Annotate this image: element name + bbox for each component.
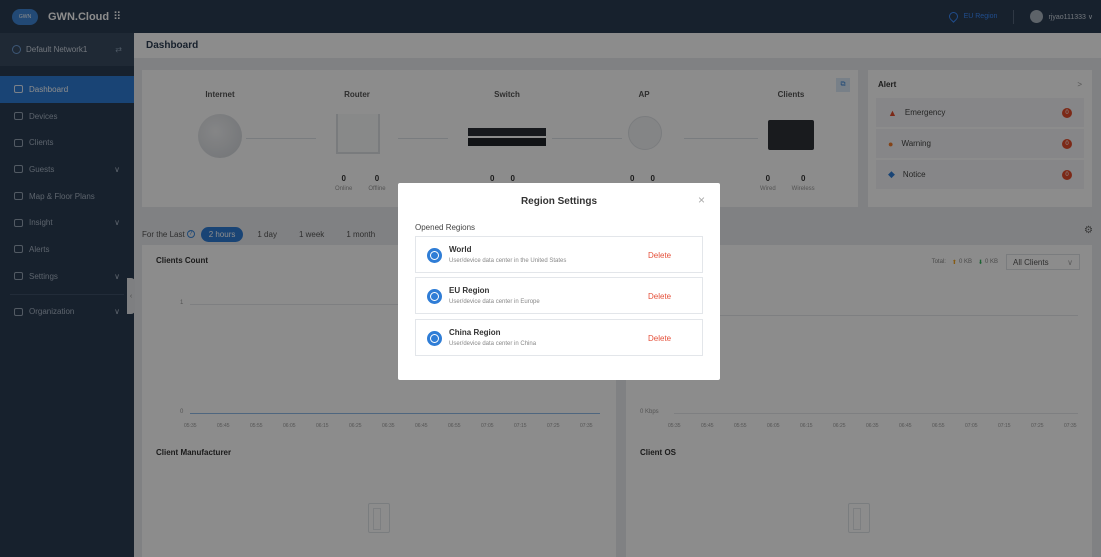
region-description: User/device data center in Europe: [449, 299, 540, 305]
globe-icon: [427, 331, 442, 346]
region-name: EU Region: [449, 286, 490, 295]
region-card-china: China Region User/device data center in …: [415, 319, 703, 356]
region-name: World: [449, 245, 472, 254]
close-icon[interactable]: ×: [698, 193, 705, 207]
modal-title: Region Settings: [520, 196, 598, 207]
region-description: User/device data center in the United St…: [449, 258, 567, 264]
delete-region-button[interactable]: Delete: [648, 292, 671, 301]
delete-region-button[interactable]: Delete: [648, 251, 671, 260]
region-card-eu: EU Region User/device data center in Eur…: [415, 277, 703, 314]
globe-icon: [427, 289, 442, 304]
modal-subtitle: Opened Regions: [415, 223, 476, 232]
region-name: China Region: [449, 328, 501, 337]
delete-region-button[interactable]: Delete: [648, 334, 671, 343]
region-description: User/device data center in China: [449, 341, 537, 347]
region-settings-modal: Region Settings × Opened Regions World U…: [398, 183, 720, 380]
globe-icon: [427, 248, 442, 263]
region-card-world: World User/device data center in the Uni…: [415, 236, 703, 273]
